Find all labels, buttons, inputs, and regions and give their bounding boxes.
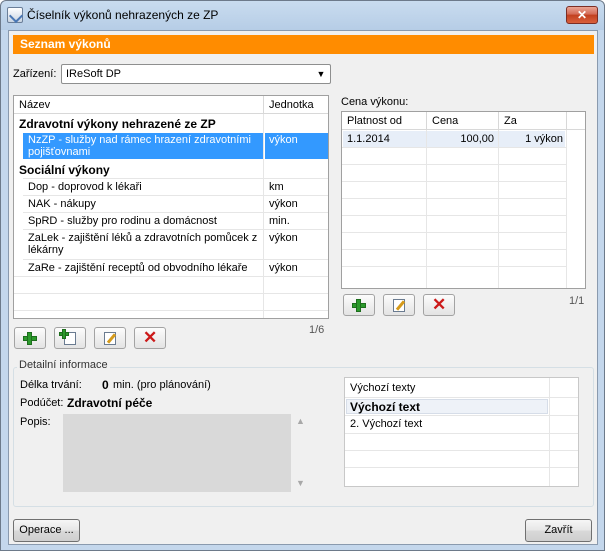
duration-unit: min. (pro plánování) [113,379,211,391]
table-row-name[interactable]: ZaRe - zajištění receptů od obvodního lé… [23,262,248,274]
row-divider [342,198,567,199]
client-area: Seznam výkonů Zařízení: IReSoft DP ▼ Náz… [8,30,598,545]
row-divider [342,266,567,267]
table-row-name-cont[interactable]: lékárny [23,244,63,256]
row-divider [23,259,328,260]
column-header-valid-from[interactable]: Platnost od [342,112,427,130]
row-divider [342,147,567,148]
add-subitem-button[interactable] [54,327,86,349]
grid-divider [549,378,550,486]
duration-value: 0 [102,378,109,392]
price-pager: 1/1 [569,295,585,307]
list-item[interactable]: 2. Výchozí text [345,418,422,430]
close-button[interactable]: Zavřít [525,519,592,542]
subaccount-label: Podúčet: [20,397,64,409]
row-divider [345,433,578,434]
add-service-button[interactable] [14,327,46,349]
row-divider [342,215,567,216]
group-row-health[interactable]: Zdravotní výkony nehrazené ze ZP [14,117,216,131]
scroll-down-icon[interactable]: ▼ [296,478,305,488]
dialog-window: Číselník výkonů nehrazených ze ZP ✕ Sezn… [0,0,605,551]
price-row-price[interactable]: 100,00 [427,133,499,145]
description-field[interactable] [63,414,291,492]
detail-group-title: Detailní informace [17,359,110,371]
row-divider [14,276,328,277]
services-grid[interactable]: Název Jednotka Zdravotní výkony nehrazen… [13,95,329,319]
table-row-unit[interactable]: výkon [264,134,298,146]
row-divider [345,415,578,416]
row-divider [342,181,567,182]
table-row-name-cont[interactable]: pojišťovnami [23,146,90,158]
row-divider [23,212,328,213]
row-divider [345,397,578,398]
column-header-name[interactable]: Název [14,96,264,114]
table-row-name[interactable]: Dop - doprovod k lékaři [23,181,142,193]
title-bar[interactable]: Číselník výkonů nehrazených ze ZP ✕ [1,1,604,29]
subaccount-value: Zdravotní péče [67,396,153,410]
price-grid[interactable]: Platnost od Cena Za 1.1.2014 100,00 1 vý… [341,111,586,289]
table-row-unit[interactable]: min. [264,215,290,227]
scroll-up-icon[interactable]: ▲ [296,416,305,426]
services-pager: 1/6 [309,324,325,336]
delete-icon: ✕ [432,295,447,314]
column-header-price[interactable]: Cena [427,112,499,130]
edit-service-button[interactable] [94,327,126,349]
table-row-unit[interactable]: km [264,181,284,193]
operations-button[interactable]: Operace ... [13,519,80,542]
group-row-social[interactable]: Sociální výkony [14,163,110,177]
window-title: Číselník výkonů nehrazených ze ZP [27,8,219,22]
row-divider [342,249,567,250]
row-divider [345,450,578,451]
row-divider [23,229,328,230]
row-divider [23,178,328,179]
chevron-down-icon: ▼ [316,69,326,79]
table-row-name[interactable]: NzZP - služby nad rámec hrazení zdravotn… [23,134,251,146]
table-row-name[interactable]: ZaLek - zajištění léků a zdravotních pom… [23,232,257,244]
add-price-button[interactable] [343,294,375,316]
column-header-filler [567,112,585,130]
column-header-per[interactable]: Za [499,112,567,130]
price-row-per[interactable]: 1 výkon [499,133,567,145]
default-texts-list[interactable]: Výchozí texty Výchozí text 2. Výchozí te… [344,377,579,487]
description-label: Popis: [20,416,51,428]
table-row-unit[interactable]: výkon [264,262,298,274]
table-row-unit[interactable]: výkon [264,198,298,210]
table-row-name[interactable]: NAK - nákupy [23,198,96,210]
list-item[interactable]: Výchozí text [345,400,420,414]
facility-value: IReSoft DP [66,68,122,80]
row-divider [14,310,328,311]
delete-icon: ✕ [143,328,158,347]
list-header[interactable]: Výchozí texty [345,382,415,394]
window-close-button[interactable]: ✕ [566,6,598,24]
delete-price-button[interactable]: ✕ [423,294,455,316]
table-row-name[interactable]: SpRD - služby pro rodinu a domácnost [23,215,217,227]
facility-label: Zařízení: [13,68,57,80]
edit-price-button[interactable] [383,294,415,316]
row-divider [14,293,328,294]
facility-select[interactable]: IReSoft DP ▼ [61,64,331,84]
row-divider [342,164,567,165]
table-row-unit[interactable]: výkon [264,232,298,244]
row-divider [23,195,328,196]
section-header: Seznam výkonů [13,35,594,54]
duration-label: Délka trvání: [20,379,82,391]
row-divider [342,232,567,233]
price-label: Cena výkonu: [341,96,409,108]
row-divider [345,467,578,468]
column-header-unit[interactable]: Jednotka [264,96,328,114]
delete-service-button[interactable]: ✕ [134,327,166,349]
price-row-valid-from[interactable]: 1.1.2014 [342,133,390,145]
app-icon [7,7,23,23]
